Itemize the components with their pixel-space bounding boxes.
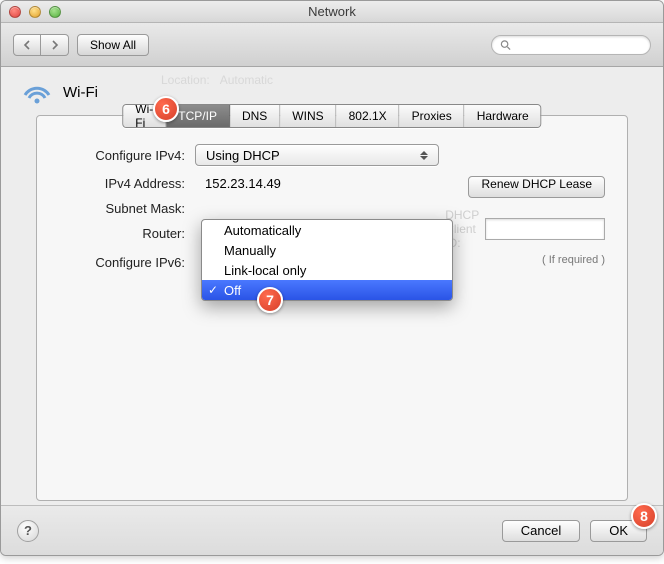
configure-ipv4-value: Using DHCP: [206, 148, 280, 163]
sheet-title: Wi-Fi: [63, 84, 98, 101]
search-field[interactable]: [491, 35, 651, 55]
router-label: Router:: [61, 226, 195, 241]
configure-ipv4-popup[interactable]: Using DHCP: [195, 144, 439, 166]
titlebar: Network: [1, 1, 663, 23]
cancel-button[interactable]: Cancel: [502, 520, 580, 542]
right-column: Renew DHCP Lease DHCP Client ID: ( If re…: [455, 176, 605, 266]
dhcp-client-id-input[interactable]: [485, 218, 605, 240]
subnet-mask-label: Subnet Mask:: [61, 201, 195, 216]
updown-caret-icon: [416, 147, 432, 163]
wifi-icon: [21, 79, 53, 105]
help-button[interactable]: ?: [17, 520, 39, 542]
annotation-badge-8: 8: [631, 503, 657, 529]
tab-hardware[interactable]: Hardware: [465, 105, 541, 127]
ipv6-menu-item-manually[interactable]: Manually: [202, 240, 452, 260]
tab-wins[interactable]: WINS: [280, 105, 336, 127]
annotation-badge-7: 7: [257, 287, 283, 313]
window-title: Network: [1, 4, 663, 19]
tabs: Wi-Fi TCP/IP DNS WINS 802.1X Proxies Har…: [122, 104, 541, 128]
renew-dhcp-lease-button[interactable]: Renew DHCP Lease: [468, 176, 605, 198]
back-button[interactable]: [13, 34, 41, 56]
search-icon: [500, 39, 511, 51]
show-all-button[interactable]: Show All: [77, 34, 149, 56]
ipv4-address-value: 152.23.14.49: [195, 176, 281, 191]
settings-panel: Wi-Fi TCP/IP DNS WINS 802.1X Proxies Har…: [36, 115, 628, 501]
footer: ? Cancel OK: [1, 505, 663, 555]
chevron-left-icon: [22, 40, 32, 50]
tab-proxies[interactable]: Proxies: [400, 105, 465, 127]
if-required-label: ( If required ): [542, 254, 605, 266]
nav-group: [13, 34, 69, 56]
ipv6-menu-item-link-local[interactable]: Link-local only: [202, 260, 452, 280]
annotation-badge-6: 6: [153, 96, 179, 122]
configure-ipv4-label: Configure IPv4:: [61, 148, 195, 163]
ipv6-menu-item-automatically[interactable]: Automatically: [202, 220, 452, 240]
tab-8021x[interactable]: 802.1X: [337, 105, 400, 127]
sheet-header: Wi-Fi: [21, 79, 645, 105]
configure-ipv6-menu: Automatically Manually Link-local only O…: [201, 219, 453, 301]
ipv6-menu-item-off[interactable]: Off: [202, 280, 452, 300]
network-prefs-window: Network Show All Wi-: [0, 0, 664, 556]
tab-dns[interactable]: DNS: [230, 105, 280, 127]
ipv4-address-label: IPv4 Address:: [61, 176, 195, 191]
configure-ipv6-label: Configure IPv6:: [61, 255, 195, 270]
forward-button[interactable]: [41, 34, 69, 56]
chevron-right-icon: [50, 40, 60, 50]
toolbar: Show All: [1, 23, 663, 67]
search-input[interactable]: [511, 37, 642, 53]
